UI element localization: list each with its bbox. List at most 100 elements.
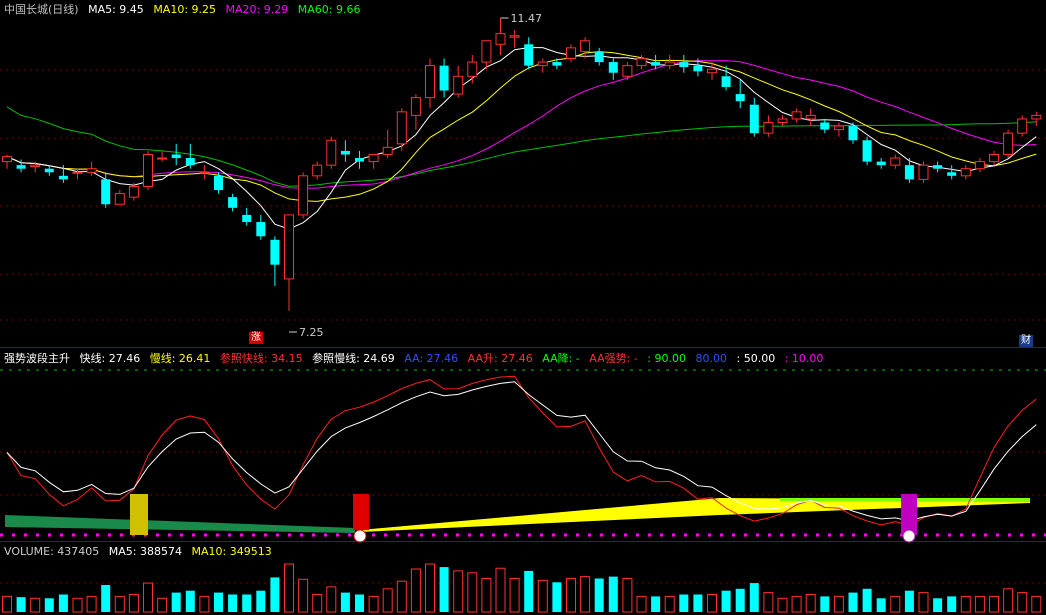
candle-body <box>566 47 576 60</box>
volume-bar <box>270 577 280 612</box>
chart-canvas[interactable]: 11.47 7.25 <box>0 0 1046 615</box>
candle-body <box>947 172 957 176</box>
candle-body <box>664 61 675 67</box>
candle-body <box>862 140 872 162</box>
volume-bar <box>425 563 435 613</box>
volume-bar <box>495 567 506 613</box>
high-label: 11.47 <box>511 12 543 25</box>
candle-body <box>1017 118 1028 134</box>
candle-body <box>30 164 41 168</box>
candle-body <box>467 61 478 77</box>
candle-body <box>749 104 759 134</box>
low-label: 7.25 <box>299 326 324 339</box>
volume-bar <box>256 590 266 612</box>
volume-bar <box>396 580 407 613</box>
candle-body <box>636 58 647 67</box>
volume-bar <box>101 585 111 612</box>
volume-bar <box>439 567 449 612</box>
volume-bar <box>693 594 703 612</box>
volume-bar <box>58 594 68 612</box>
candle-body <box>382 146 393 155</box>
candle-body <box>707 68 717 74</box>
volume-bar <box>467 572 478 613</box>
candle-body <box>396 111 407 145</box>
volume-bar <box>777 597 788 613</box>
volume-bar <box>721 590 731 612</box>
candle-body <box>805 114 816 120</box>
candle-body <box>16 165 26 169</box>
zhang-badge[interactable]: 涨 <box>249 332 263 344</box>
candle-body <box>848 126 858 141</box>
candle-body <box>270 239 280 265</box>
candle-body <box>622 65 633 77</box>
volume-bar <box>833 595 844 613</box>
candle-body <box>368 153 379 163</box>
signal-pillar-red <box>353 494 369 530</box>
green-band <box>5 515 355 533</box>
candle-body <box>876 161 886 166</box>
volume-bar <box>228 594 238 612</box>
volume-bar <box>1003 588 1014 613</box>
candle-body <box>284 214 294 280</box>
volume-bar <box>580 576 591 613</box>
ma60-line <box>6 106 1037 187</box>
volume-bar <box>904 590 914 612</box>
ma20-line <box>6 60 1037 189</box>
signal-pillar-magenta <box>901 494 917 535</box>
volume-bar <box>86 595 97 613</box>
candle-body <box>453 75 464 95</box>
candle-body <box>298 175 309 216</box>
volume-bar <box>636 595 647 613</box>
candle-body <box>918 164 929 180</box>
candle-body <box>524 44 534 66</box>
candle-body <box>974 161 985 170</box>
candle-body <box>552 62 562 66</box>
candle-body <box>58 175 68 180</box>
volume-bar <box>128 594 139 613</box>
volume-bar <box>214 592 223 612</box>
volume-bar <box>820 596 830 612</box>
candle-body <box>608 62 618 73</box>
volume-bar <box>876 598 886 612</box>
signal-pillar-yellow <box>130 494 148 535</box>
volume-bar <box>368 595 379 613</box>
candle-body <box>495 33 506 45</box>
candle-body <box>114 193 125 205</box>
ma10-line <box>6 51 1037 202</box>
volume-bar <box>735 588 745 612</box>
candle-body <box>171 154 181 159</box>
volume-bar <box>410 568 421 613</box>
candle-body <box>735 94 745 102</box>
signal-dot <box>353 529 367 543</box>
volume-bar <box>933 598 943 612</box>
volume-bar <box>171 592 181 612</box>
candle-body <box>425 65 435 99</box>
candle-body <box>1003 132 1014 155</box>
candle-body <box>44 168 54 173</box>
cai-badge[interactable]: 财 <box>1019 335 1033 347</box>
volume-bar <box>707 594 717 613</box>
candle-body <box>933 165 943 169</box>
candle-body <box>537 61 548 67</box>
candle-body <box>481 40 492 63</box>
volume-bar <box>242 594 252 612</box>
volume-bar <box>382 588 393 613</box>
volume-bar <box>16 597 26 612</box>
candle-body <box>820 122 830 130</box>
volume-bar <box>143 582 153 613</box>
candle-body <box>72 171 83 174</box>
volume-bar <box>763 592 774 613</box>
candle-body <box>86 168 97 173</box>
volume-bar <box>608 576 618 612</box>
candle-body <box>228 197 238 208</box>
volume-bar <box>862 588 872 612</box>
candle-body <box>693 65 703 72</box>
candle-body <box>312 164 323 177</box>
volume-bar <box>1031 595 1042 613</box>
candle-body <box>256 222 266 237</box>
volume-bar <box>2 595 12 613</box>
candle-body <box>185 158 195 166</box>
candle-body <box>791 111 802 120</box>
candle-body <box>326 139 337 166</box>
volume-bar <box>749 583 759 612</box>
